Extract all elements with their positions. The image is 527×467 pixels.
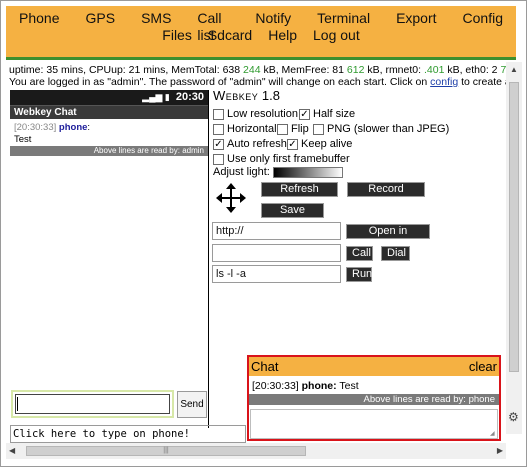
chat-header: Chat clear — [249, 357, 499, 376]
checkbox-box[interactable] — [277, 123, 288, 135]
vertical-scrollbar[interactable]: ▲ — [506, 62, 522, 434]
send-button[interactable]: Send — [177, 391, 207, 418]
chat-title: Chat — [251, 359, 279, 374]
phone-chat-message: Test — [14, 134, 32, 145]
phone-chat-timestamp: [20:30:33] — [14, 122, 57, 133]
checkbox-box[interactable] — [213, 123, 224, 135]
checkbox-box[interactable] — [213, 108, 224, 120]
chat-sender: phone: — [301, 380, 337, 392]
keep-alive-checkbox[interactable]: ✓ Keep alive — [287, 137, 352, 151]
nav-sdcard[interactable]: Sdcard — [208, 27, 252, 44]
top-navigation: Phone GPS SMS Call list Notify Terminal … — [6, 6, 516, 60]
scroll-right-arrow-icon[interactable]: ▶ — [497, 446, 503, 455]
settings-gear-icon[interactable]: ⚙ — [508, 410, 519, 424]
open-in-browser-button[interactable]: Open in browser — [346, 224, 430, 250]
login-text: You are logged in as "admin". The passwo… — [9, 76, 431, 88]
panel-divider — [208, 90, 209, 428]
checkbox-label: Auto refresh — [227, 138, 287, 150]
nav-files[interactable]: Files — [162, 27, 192, 44]
checkbox-checked[interactable]: ✓ — [287, 138, 298, 150]
checkbox-box[interactable] — [213, 153, 224, 165]
auto-refresh-checkbox[interactable]: ✓ Auto refresh — [213, 137, 287, 151]
call-button[interactable]: Call — [346, 246, 373, 261]
phone-screen[interactable]: ▂▄▆ ▮ 20:30 Webkey Chat [20:30:33] phone:… — [10, 90, 208, 158]
checkbox-label: Flip — [291, 123, 309, 135]
nav-help[interactable]: Help — [268, 27, 297, 44]
checkbox-box[interactable] — [313, 123, 324, 135]
chat-clear-link[interactable]: clear — [469, 357, 497, 376]
config-link[interactable]: config — [430, 76, 458, 88]
text-caret — [17, 397, 18, 411]
type-on-phone-input[interactable]: Click here to type on phone! — [10, 425, 246, 443]
dial-button[interactable]: Dial — [381, 246, 410, 261]
phone-chat-line: [20:30:33] phone: — [14, 122, 91, 133]
first-framebuffer-checkbox[interactable]: Use only first framebuffer — [213, 152, 350, 166]
horizontal-checkbox[interactable]: Horizontal — [213, 122, 277, 136]
command-input[interactable]: ls -l -a — [212, 265, 341, 283]
send-message-input[interactable] — [11, 390, 174, 418]
adjust-light-label: Adjust light: — [213, 166, 270, 178]
chat-panel: Chat clear [20:30:33] phone: Test Above … — [247, 355, 501, 441]
chat-text: Test — [336, 380, 359, 392]
login-notice: You are logged in as "admin". The passwo… — [9, 75, 513, 89]
checkbox-checked[interactable]: ✓ — [299, 108, 310, 120]
nav-row-secondary: Files Sdcard Help Log out — [6, 27, 516, 44]
phone-clock: 20:30 — [175, 91, 204, 103]
flip-checkbox[interactable]: Flip — [277, 122, 309, 136]
url-input[interactable]: http:// — [212, 222, 341, 240]
half-size-checkbox[interactable]: ✓ Half size — [299, 107, 355, 121]
signal-icon: ▂▄▆ ▮ — [142, 92, 170, 102]
chat-timestamp: [20:30:33] — [252, 380, 299, 392]
checkbox-label: Keep alive — [301, 138, 353, 150]
adjust-light: Adjust light: — [213, 166, 343, 178]
send-input-field[interactable] — [15, 394, 170, 414]
refresh-image-button[interactable]: Refresh image — [261, 182, 338, 208]
resize-grip-icon[interactable]: ◢ — [490, 431, 496, 437]
phone-status-bar: ▂▄▆ ▮ 20:30 — [10, 90, 208, 105]
png-checkbox[interactable]: PNG (slower than JPEG) — [313, 122, 449, 136]
checkbox-label: Use only first framebuffer — [227, 153, 350, 165]
move-arrows-icon[interactable] — [216, 183, 246, 213]
phone-read-note: Above lines are read by: admin — [10, 146, 208, 156]
vertical-scroll-thumb[interactable] — [509, 82, 519, 372]
chat-message: [20:30:33] phone: Test — [249, 380, 499, 393]
low-resolution-checkbox[interactable]: Low resolution — [213, 107, 298, 121]
chat-input-textarea[interactable]: ◢ — [250, 409, 498, 439]
horizontal-scrollbar[interactable]: ◀ ||| ▶ — [6, 443, 506, 459]
nav-log-out[interactable]: Log out — [313, 27, 360, 44]
login-tail: to create a n — [461, 76, 513, 88]
horizontal-scroll-thumb[interactable]: ||| — [26, 446, 306, 456]
phone-chat-sender: phone — [58, 122, 88, 133]
chat-read-note: Above lines are read by: phone — [249, 394, 499, 405]
run-button[interactable]: Run — [346, 267, 372, 282]
record-images-button[interactable]: Record images — [347, 182, 425, 208]
scroll-up-arrow-icon[interactable]: ▲ — [506, 62, 522, 78]
checkbox-label: Half size — [313, 108, 356, 120]
checkbox-label: Low resolution — [227, 108, 298, 120]
checkbox-label: PNG (slower than JPEG) — [327, 123, 450, 135]
checkbox-label: Horizontal — [227, 123, 277, 135]
scroll-left-arrow-icon[interactable]: ◀ — [9, 446, 15, 455]
webkey-name: Webkey — [213, 88, 259, 103]
save-image-button[interactable]: Save image — [261, 203, 324, 229]
light-gradient-slider[interactable] — [272, 166, 343, 178]
checkbox-checked[interactable]: ✓ — [213, 138, 224, 150]
phone-number-input[interactable] — [212, 244, 341, 262]
webkey-version: Webkey 1.8 — [213, 88, 280, 103]
webkey-version-number: 1.8 — [258, 88, 280, 103]
phone-chat-title: Webkey Chat — [10, 105, 208, 119]
